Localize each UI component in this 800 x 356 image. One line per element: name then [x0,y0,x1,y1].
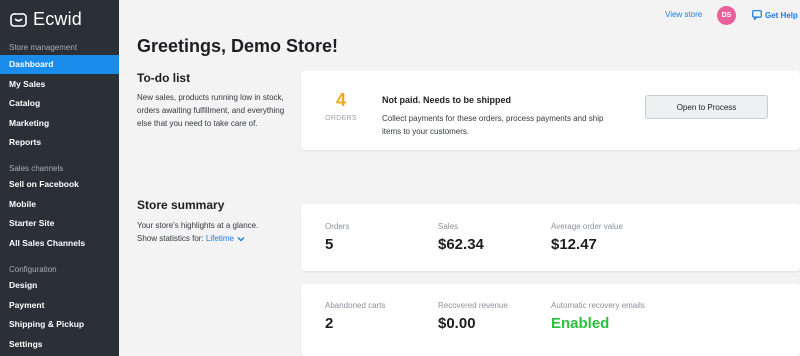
sidebar-item-design[interactable]: Design [0,276,119,295]
todo-description: New sales, products running low in stock… [137,93,285,128]
chevron-down-icon [237,236,245,242]
stat-aov-value: $12.47 [551,236,597,253]
stat-recovery-emails-label: Automatic recovery emails [551,301,645,310]
sidebar-item-settings[interactable]: Settings [0,335,119,354]
get-help-label: Get Help [765,10,798,20]
sidebar-item-payment[interactable]: Payment [0,296,119,315]
section-sales-channels: Sales channels [9,164,64,173]
store-summary-desc-text: Your store's highlights at a glance. [137,221,259,230]
statistics-period-prefix: Show statistics for: [137,234,204,243]
stat-aov-label: Average order value [551,222,623,231]
todo-card: 4 ORDERS Not paid. Needs to be shipped C… [301,71,800,150]
todo-orders-label: ORDERS [325,115,357,122]
section-configuration: Configuration [9,265,57,274]
todo-title: To-do list [137,71,191,85]
summary-card-carts: Abandoned carts 2 Recovered revenue $0.0… [301,284,800,356]
stat-abandoned-carts-label: Abandoned carts [325,301,386,310]
sidebar-item-sell-on-facebook[interactable]: Sell on Facebook [0,175,119,194]
stat-abandoned-carts-value: 2 [325,315,334,332]
open-to-process-button[interactable]: Open to Process [645,95,768,119]
sidebar-item-all-sales-channels[interactable]: All Sales Channels [0,234,119,253]
stat-recovery-emails-status: Enabled [551,315,610,332]
store-summary-title: Store summary [137,198,225,212]
app-name: Ecwid [33,8,83,29]
stat-sales-label: Sales [438,222,459,231]
sidebar-item-reports[interactable]: Reports [0,133,119,152]
cart-logo-icon [10,12,27,27]
sidebar-item-starter-site[interactable]: Starter Site [0,214,119,233]
sidebar-item-shipping-pickup[interactable]: Shipping & Pickup [0,315,119,334]
sidebar-item-dashboard[interactable]: Dashboard [0,55,119,74]
logo[interactable]: Ecwid [10,9,82,29]
chat-icon [752,10,762,20]
todo-item-title: Not paid. Needs to be shipped [382,95,512,105]
sidebar-item-catalog[interactable]: Catalog [0,94,119,113]
view-store-link[interactable]: View store [665,10,702,19]
avatar[interactable]: DS [717,6,736,25]
store-summary-description: Your store's highlights at a glance. Sho… [137,219,297,245]
get-help-link[interactable]: Get Help [752,10,798,20]
statistics-period-row: Show statistics for: Lifetime [137,232,297,245]
stat-orders-value: 5 [325,236,334,253]
stat-sales-value: $62.34 [438,236,484,253]
todo-orders-count[interactable]: 4 [301,90,381,111]
stat-recovered-revenue-label: Recovered revenue [438,301,508,310]
stat-recovered-revenue-value: $0.00 [438,315,476,332]
summary-card-sales: Orders 5 Sales $62.34 Average order valu… [301,204,800,271]
section-store-management: Store management [9,43,78,52]
sidebar-item-mobile[interactable]: Mobile [0,195,119,214]
sidebar-item-marketing[interactable]: Marketing [0,114,119,133]
statistics-period-value: Lifetime [205,234,234,243]
sidebar: Ecwid Store management Dashboard My Sale… [0,0,119,356]
statistics-period-dropdown[interactable]: Lifetime [206,234,245,243]
todo-item-description: Collect payments for these orders, proce… [382,114,604,136]
stat-orders-label: Orders [325,222,350,231]
page-title: Greetings, Demo Store! [137,36,339,56]
sidebar-item-my-sales[interactable]: My Sales [0,75,119,94]
